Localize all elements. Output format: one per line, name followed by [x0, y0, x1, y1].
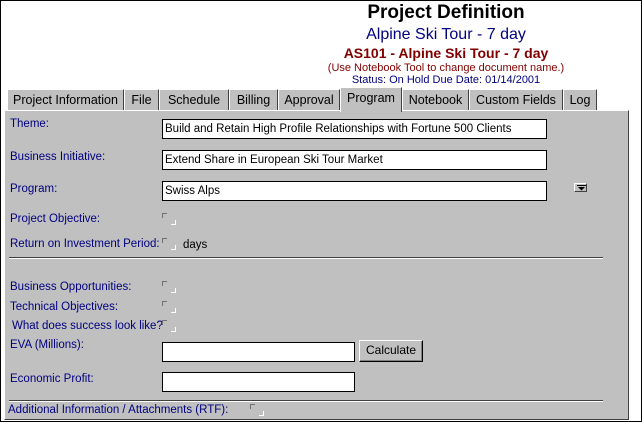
tab-file[interactable]: File [124, 89, 159, 111]
economic-profit-label: Economic Profit: [10, 373, 94, 385]
technical-objectives-field[interactable] [162, 301, 176, 313]
program-panel: Theme: Build and Retain High Profile Rel… [4, 110, 629, 420]
program-field[interactable]: Swiss Alps [162, 181, 547, 201]
roi-period-label: Return on Investment Period: [10, 238, 160, 250]
business-opportunities-field[interactable] [162, 281, 176, 293]
success-criteria-field[interactable] [162, 320, 176, 332]
theme-label: Theme: [10, 118, 49, 130]
technical-objectives-label: Technical Objectives: [10, 301, 119, 313]
roi-unit: days [183, 239, 208, 251]
program-label: Program: [10, 183, 58, 195]
business-initiative-field[interactable]: Extend Share in European Ski Tour Market [162, 150, 547, 170]
business-opportunities-label: Business Opportunities: [10, 281, 132, 293]
tab-custom-fields[interactable]: Custom Fields [469, 89, 563, 111]
eva-field[interactable] [162, 342, 355, 362]
page-title: Project Definition [367, 2, 525, 23]
tab-billing[interactable]: Billing [229, 89, 278, 111]
tab-project-information[interactable]: Project Information [7, 89, 124, 111]
calculate-button[interactable]: Calculate [359, 340, 423, 362]
program-dropdown-button[interactable] [574, 183, 587, 192]
economic-profit-field[interactable] [162, 372, 355, 392]
notebook-hint: (Use Notebook Tool to change document na… [327, 62, 565, 74]
project-objective-field[interactable] [162, 213, 176, 225]
project-code-title: AS101 - Alpine Ski Tour - 7 day [343, 45, 549, 61]
success-criteria-label: What does success look like? [12, 320, 163, 332]
tab-program[interactable]: Program [340, 87, 402, 112]
project-subtitle: Alpine Ski Tour - 7 day [366, 26, 526, 43]
attachments-label: Additional Information / Attachments (RT… [8, 404, 229, 416]
status-line: Status: On Hold Due Date: 01/14/2001 [351, 74, 541, 86]
section-divider [9, 257, 603, 259]
tab-schedule[interactable]: Schedule [159, 89, 229, 111]
theme-field[interactable]: Build and Retain High Profile Relationsh… [162, 119, 547, 139]
business-initiative-label: Business Initiative: [10, 151, 106, 163]
project-objective-label: Project Objective: [10, 213, 101, 225]
attachments-field[interactable] [250, 404, 264, 416]
tab-log[interactable]: Log [563, 89, 597, 111]
section-divider [9, 400, 603, 402]
roi-period-field[interactable] [162, 238, 176, 250]
document-window: Project Definition Alpine Ski Tour - 7 d… [0, 0, 642, 422]
chevron-down-icon [577, 185, 586, 191]
tab-notebook[interactable]: Notebook [402, 89, 469, 111]
eva-label: EVA (Millions): [10, 339, 84, 351]
tab-approval[interactable]: Approval [278, 89, 340, 111]
